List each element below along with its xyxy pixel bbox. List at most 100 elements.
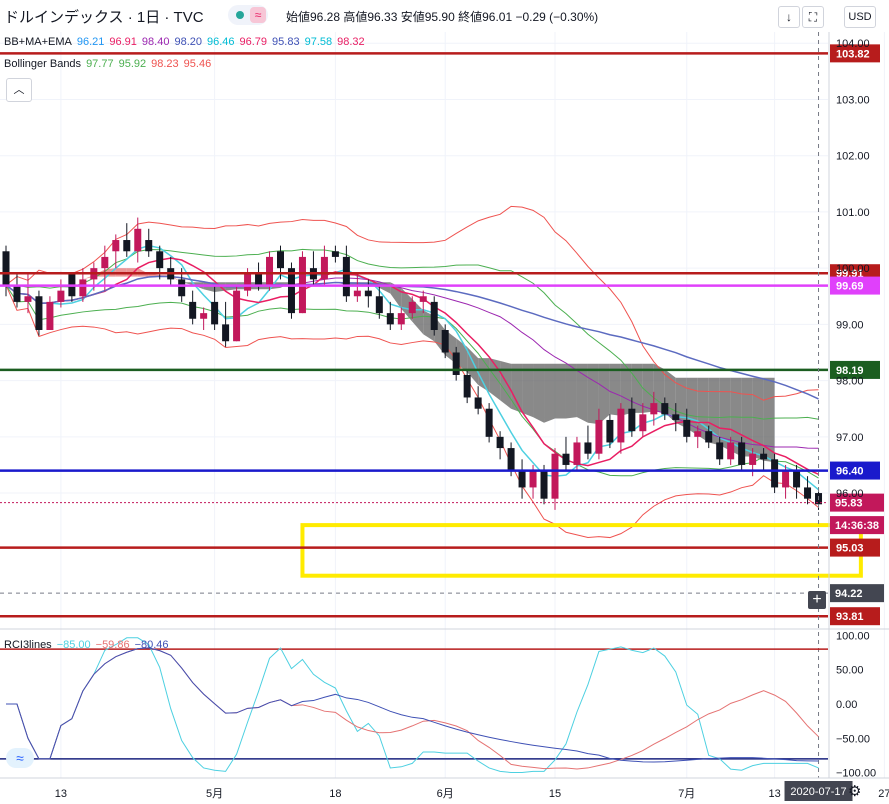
candle-body xyxy=(375,296,383,314)
candle-body xyxy=(145,240,153,252)
candle-body xyxy=(24,296,32,302)
candle-body xyxy=(342,256,350,297)
time-axis-tick: 7月 xyxy=(678,788,695,800)
candle-body xyxy=(430,301,438,330)
candle-body xyxy=(364,290,372,297)
rci-mid-line xyxy=(6,647,819,770)
candle-body xyxy=(705,431,713,443)
candle-body xyxy=(46,301,54,330)
price-chart[interactable]: 103.8299.9199.6998.1996.4095.0393.8195.8… xyxy=(0,0,889,804)
candle-body xyxy=(211,301,219,325)
candle-body xyxy=(13,285,21,302)
candle-body xyxy=(485,408,493,437)
kumo-segment xyxy=(565,363,577,419)
cursor-date-label: 2020-07-17 xyxy=(790,786,846,798)
price-level-label: 99.69 xyxy=(836,281,864,293)
candle-body xyxy=(287,268,295,314)
candle-body xyxy=(518,470,526,488)
bollinger-name: Bollinger Bands xyxy=(4,58,82,70)
rci-long-line xyxy=(6,647,819,763)
download-button[interactable]: ↓ xyxy=(778,6,800,28)
candle-body xyxy=(233,290,241,342)
price-axis-tick: 100.00 xyxy=(836,263,870,275)
bb-ma-ema-value: 98.20 xyxy=(174,36,202,48)
wave-icon[interactable]: ≈ xyxy=(6,748,34,768)
rci-axis-tick: −100.00 xyxy=(836,768,876,780)
kumo-segment xyxy=(587,363,599,425)
rci-axis-tick: 0.00 xyxy=(836,699,857,711)
rci-short-line xyxy=(6,637,819,774)
add-alert-button[interactable]: + xyxy=(808,591,826,609)
legend-bb-ma-ema[interactable]: BB+MA+EMA 96.21 96.91 98.40 98.20 96.46 96.79 9… xyxy=(4,36,370,48)
kumo-segment xyxy=(500,360,512,409)
price-axis-tick: 98.00 xyxy=(836,376,864,388)
candle-body xyxy=(320,256,328,280)
candle-body xyxy=(112,240,120,252)
candle-body xyxy=(222,324,230,342)
candle-body xyxy=(35,296,43,330)
bollinger-value: 95.92 xyxy=(118,58,147,70)
candle-body xyxy=(661,403,669,415)
candle-body xyxy=(584,442,592,454)
candle-body xyxy=(57,290,65,302)
time-axis-tick: 18 xyxy=(329,788,341,800)
candle-body xyxy=(123,240,131,252)
candle-body xyxy=(551,453,559,499)
time-axis-tick: 13 xyxy=(768,788,780,800)
candle-body xyxy=(639,414,647,432)
bb-ma-ema-value: 98.32 xyxy=(337,36,365,48)
bb-ma-ema-value: 98.40 xyxy=(141,36,170,48)
candle-body xyxy=(277,251,284,269)
candle-body xyxy=(727,442,735,460)
legend-bollinger[interactable]: Bollinger Bands 97.77 95.92 98.23 95.46 xyxy=(4,58,216,70)
candle-body xyxy=(672,414,680,420)
time-axis-tick: 15 xyxy=(549,788,561,800)
candle-body xyxy=(463,374,471,398)
gear-icon[interactable]: ⚙ xyxy=(848,782,861,800)
status-indicator[interactable]: ≈ xyxy=(228,5,268,25)
price-tag-label: 14:36:38 xyxy=(835,520,879,532)
symbol-title[interactable]: ドルインデックス · 1日 · TVC xyxy=(4,6,204,27)
candle-body xyxy=(782,470,790,488)
kumo-segment xyxy=(598,363,610,425)
fullscreen-button[interactable]: ⛶ xyxy=(802,6,824,28)
legend-rci[interactable]: RCI3lines −85.00 −59.86 −80.46 xyxy=(4,639,174,651)
candle-body xyxy=(793,470,801,488)
kumo-segment xyxy=(576,363,588,423)
time-axis-tick: 27 xyxy=(878,788,889,800)
bb-ma-ema-value: 96.46 xyxy=(206,36,235,48)
price-axis-tick: 103.00 xyxy=(836,94,870,106)
kumo-segment xyxy=(555,363,566,419)
price-level-label: 96.40 xyxy=(836,466,864,478)
candle-body xyxy=(408,301,416,314)
candle-body xyxy=(474,397,482,409)
price-axis-tick: 104.00 xyxy=(836,38,870,50)
candle-body xyxy=(496,436,504,449)
candle-body xyxy=(452,352,460,375)
bb-ma-ema-value: 96.79 xyxy=(239,36,268,48)
rci-value: −80.46 xyxy=(134,639,169,651)
candle-body xyxy=(573,442,581,465)
kumo-segment xyxy=(522,363,534,418)
bollinger-value: 97.77 xyxy=(86,58,114,70)
price-axis-tick: 99.00 xyxy=(836,319,864,331)
candle-body xyxy=(255,273,263,286)
kumo-segment xyxy=(609,363,621,416)
candle-body xyxy=(134,228,142,252)
rci-axis-tick: 100.00 xyxy=(836,630,870,642)
collapse-legend-button[interactable]: ︿ xyxy=(6,78,32,102)
bb-ma-ema-value: 96.21 xyxy=(76,36,105,48)
market-open-icon xyxy=(236,11,244,19)
price-axis-tick: 101.00 xyxy=(836,207,870,219)
price-tag-label: 94.22 xyxy=(835,588,863,600)
candle-body xyxy=(749,453,757,465)
candle-body xyxy=(331,251,339,257)
candle-body xyxy=(771,459,779,488)
currency-button[interactable]: USD xyxy=(844,6,876,28)
bb-ma-ema-value: 95.83 xyxy=(272,36,300,48)
candle-body xyxy=(200,313,208,319)
candle-body xyxy=(419,296,427,302)
candle-body xyxy=(244,273,252,291)
replay-icon: ≈ xyxy=(250,7,266,23)
time-axis-tick: 6月 xyxy=(437,788,454,800)
